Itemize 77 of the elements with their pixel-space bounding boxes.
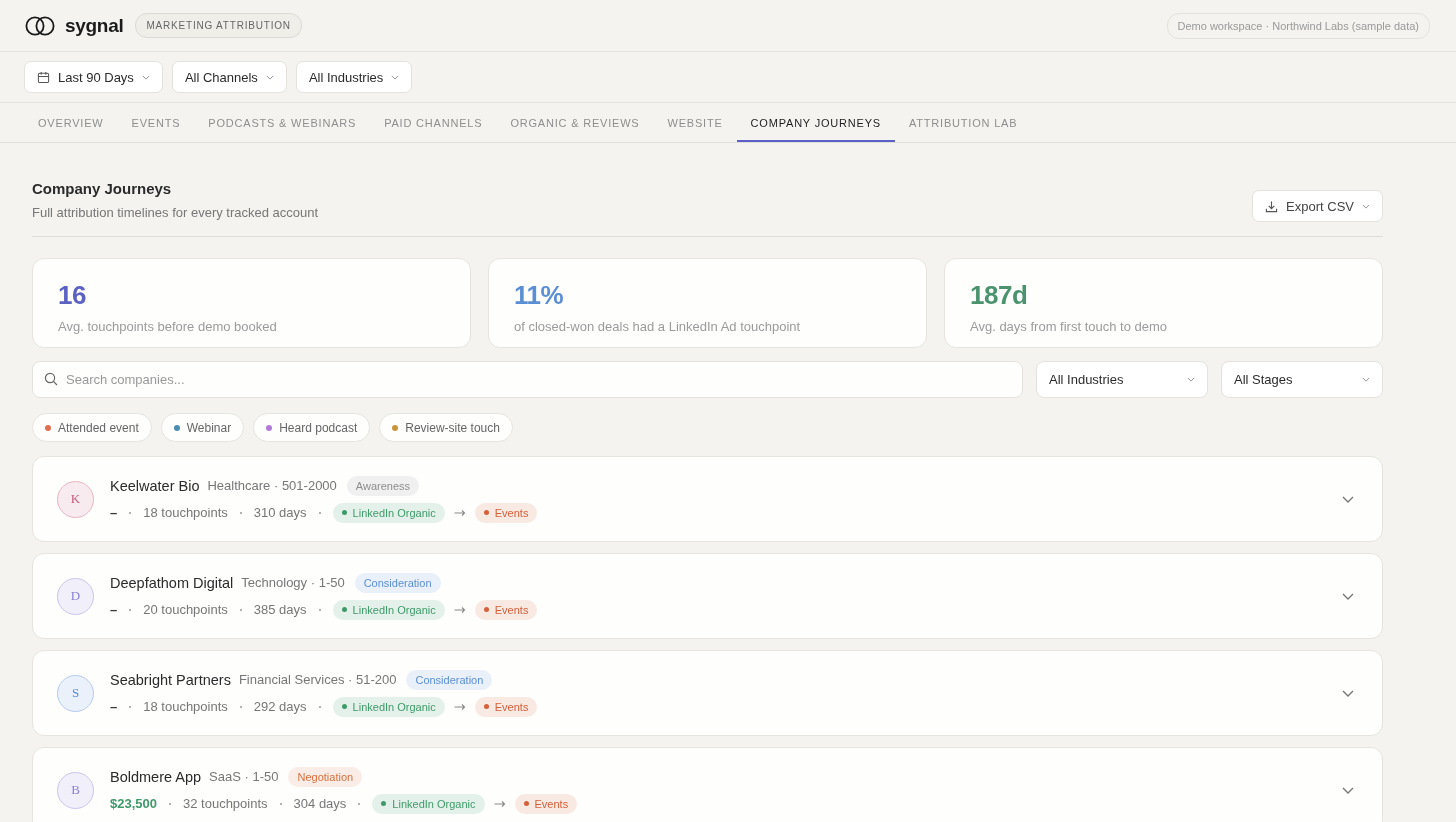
company-meta: Technology · 1-50 xyxy=(241,575,345,590)
company-name: Deepfathom Digital xyxy=(110,574,234,591)
channel-label: Events xyxy=(534,797,569,810)
company-meta: Financial Services · 51-200 xyxy=(238,672,397,687)
arrow-right-icon xyxy=(493,799,506,808)
stage-tag: Consideration xyxy=(406,669,493,690)
company-card[interactable]: S Seabright Partners Financial Services · 51-200 Consideration – 18 touchpoints 292 days LinkedIn Organic Events xyxy=(32,650,1383,736)
stat-value: 187d xyxy=(970,280,1029,310)
company-card[interactable]: B Boldmere App SaaS · 1-50 Negotiation $23,500 32 touchpoints 304 days LinkedIn Organic Events xyxy=(32,747,1383,822)
logo-icon xyxy=(25,15,55,36)
stage-tag: Consideration xyxy=(354,572,441,593)
caret-icon xyxy=(1187,377,1195,382)
workspace-badge: Demo workspace · Northwind Labs (sample data) xyxy=(1166,12,1430,39)
caret-icon xyxy=(391,74,400,80)
caret-icon xyxy=(141,74,150,80)
channel-label: Events xyxy=(494,700,529,713)
touchpoint-count: 18 touchpoints xyxy=(143,699,228,714)
brand-name: sygnal xyxy=(65,14,124,37)
stat-value: 16 xyxy=(58,280,87,310)
deal-value: – xyxy=(110,699,118,714)
legend-label: Heard podcast xyxy=(279,420,358,435)
company-avatar: K xyxy=(57,480,94,518)
deal-value: – xyxy=(110,505,118,520)
company-card[interactable]: D Deepfathom Digital Technology · 1-50 Consideration – 20 touchpoints 385 days LinkedIn Organic Events xyxy=(32,553,1383,639)
export-button[interactable]: Export CSV xyxy=(1252,190,1383,222)
caret-icon xyxy=(265,74,274,80)
product-badge: MARKETING ATTRIBUTION xyxy=(135,13,302,38)
caret-icon xyxy=(1362,377,1370,382)
nav-tab[interactable]: COMPANY JOURNEYS xyxy=(736,103,895,142)
touchpoint-count: 18 touchpoints xyxy=(143,505,228,520)
channel-label: LinkedIn Organic xyxy=(352,506,436,519)
caret-icon xyxy=(1362,203,1370,209)
stat-label: Avg. touchpoints before demo booked xyxy=(58,319,278,334)
page-title: Company Journeys xyxy=(32,180,173,197)
company-name: Boldmere App xyxy=(110,768,202,785)
download-icon xyxy=(1265,199,1279,213)
arrow-right-icon xyxy=(453,702,466,711)
stage-tag: Awareness xyxy=(346,475,420,496)
company-meta: SaaS · 1-50 xyxy=(209,769,279,784)
journey-days: 385 days xyxy=(253,602,307,617)
company-avatar: D xyxy=(57,577,94,615)
company-card[interactable]: K Keelwater Bio Healthcare · 501-2000 Awareness – 18 touchpoints 310 days LinkedIn Organic Events xyxy=(32,456,1383,542)
channel-label: LinkedIn Organic xyxy=(352,700,436,713)
select-dropdown[interactable]: All Industries xyxy=(1036,361,1208,398)
stat-value: 11% xyxy=(514,280,565,310)
channel-label: Events xyxy=(494,603,529,616)
company-meta: Healthcare · 501-2000 xyxy=(207,478,337,493)
legend-label: Webinar xyxy=(186,420,232,435)
channel-label: LinkedIn Organic xyxy=(392,797,476,810)
filter-dropdown[interactable]: All Channels xyxy=(171,61,287,93)
select-dropdown[interactable]: All Stages xyxy=(1221,361,1383,398)
stat-label: of closed-won deals had a LinkedIn Ad touchpoint xyxy=(514,319,802,334)
company-name: Keelwater Bio xyxy=(110,477,200,494)
legend-label: Review-site touch xyxy=(405,420,500,435)
search-icon xyxy=(44,372,58,386)
company-avatar: S xyxy=(57,674,94,712)
journey-days: 292 days xyxy=(253,699,307,714)
calendar-icon xyxy=(37,70,50,84)
page-subtitle: Full attribution timelines for every tracked account xyxy=(32,205,319,220)
search-field[interactable]: Search companies... xyxy=(32,361,1023,398)
touchpoint-count: 32 touchpoints xyxy=(183,796,268,811)
stat-label: Avg. days from first touch to demo xyxy=(970,319,1168,334)
filter-dropdown[interactable]: All Industries xyxy=(295,61,413,93)
filter-dropdown[interactable]: Last 90 Days xyxy=(24,61,163,93)
journey-days: 304 days xyxy=(293,796,347,811)
channel-label: LinkedIn Organic xyxy=(352,603,436,616)
arrow-right-icon xyxy=(453,508,466,517)
company-name: Seabright Partners xyxy=(110,671,231,688)
journey-days: 310 days xyxy=(253,505,307,520)
arrow-right-icon xyxy=(453,605,466,614)
channel-label: Events xyxy=(494,506,529,519)
stage-tag: Negotiation xyxy=(288,766,363,787)
company-avatar: B xyxy=(57,771,94,809)
deal-value: – xyxy=(110,602,118,617)
deal-value: $23,500 xyxy=(110,796,157,811)
legend-label: Attended event xyxy=(58,420,139,435)
touchpoint-count: 20 touchpoints xyxy=(143,602,228,617)
